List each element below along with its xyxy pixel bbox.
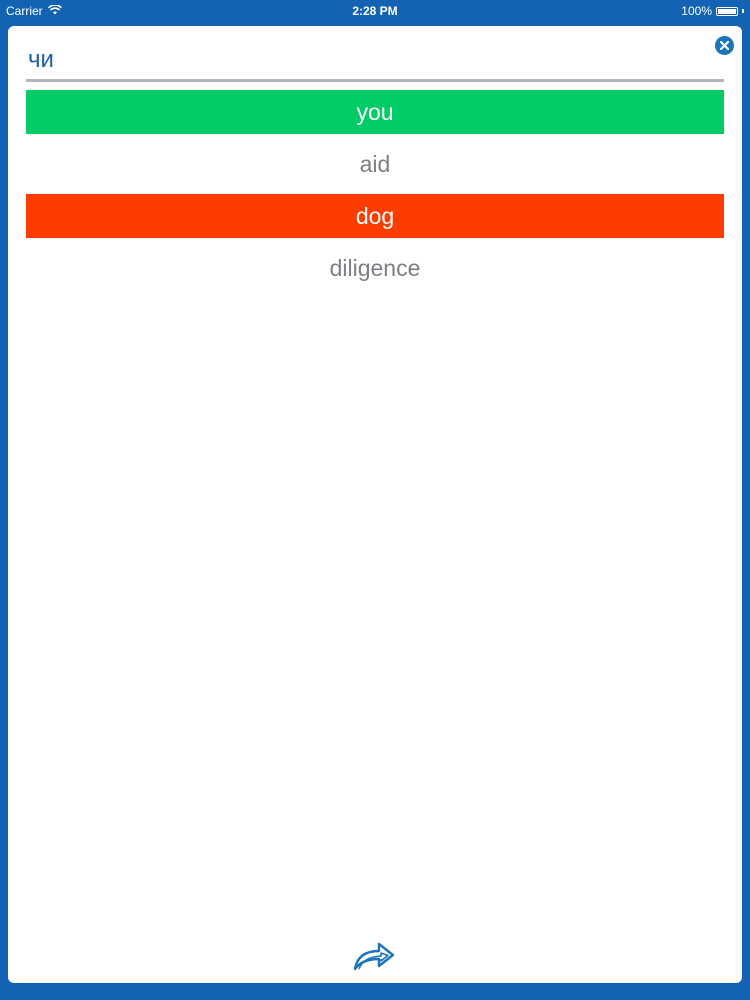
answer-options: you aid dog diligence [26,90,724,298]
quiz-card: чи you aid dog diligence [8,26,742,983]
answer-option[interactable]: diligence [26,246,724,290]
status-right: 100% [681,4,744,18]
status-time: 2:28 PM [352,4,398,18]
forward-arrow-icon [351,942,399,977]
word-header: чи [26,46,724,82]
status-bar: Carrier 2:28 PM 100% [0,0,750,22]
battery-tip [742,9,744,13]
answer-option[interactable]: you [26,90,724,134]
answer-option[interactable]: dog [26,194,724,238]
app-screen: Carrier 2:28 PM 100% чи you aid dog dili… [0,0,750,1000]
quiz-word: чи [28,46,54,73]
battery-percent: 100% [681,4,712,18]
answer-option[interactable]: aid [26,142,724,186]
battery-fill [718,8,736,14]
battery-icon [716,6,738,16]
next-button[interactable] [351,939,399,973]
